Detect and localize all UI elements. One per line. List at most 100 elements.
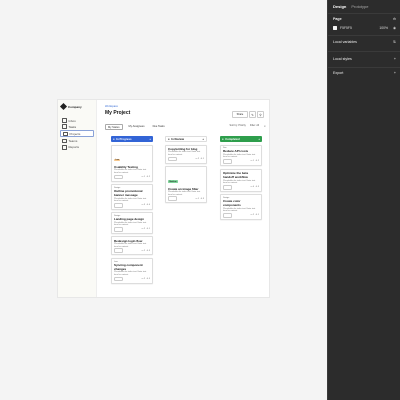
attachment-count-value: 1 — [148, 228, 150, 231]
column-header[interactable]: ● In Progress + — [111, 136, 153, 142]
page-color-row[interactable]: F5F5F5 100% ◉ — [333, 26, 396, 30]
tab-design[interactable]: Design — [333, 4, 346, 9]
task-card[interactable]: Design Landing page design Placeholder for… — [111, 212, 153, 234]
attachment-count-value: 5 — [148, 277, 150, 280]
divider — [328, 51, 400, 52]
task-card[interactable]: Dev Reduce API costs Placeholder for tasks… — [220, 144, 262, 167]
comment-count: ▭ 4 — [250, 186, 254, 188]
column-title: Completed — [225, 137, 240, 141]
task-card[interactable]: Medium Create an image filter Placeholder … — [165, 166, 207, 204]
comment-count: ▭ 1 — [195, 198, 199, 200]
assignee-pill[interactable] — [168, 156, 177, 162]
filters: Sort by: Priority Filter: All — [229, 124, 259, 127]
add-card-icon[interactable]: + — [258, 137, 260, 141]
assignee-pill[interactable] — [114, 174, 123, 180]
search-icon[interactable]: ⌕ — [264, 124, 266, 128]
company-name: Company — [68, 104, 82, 109]
task-card[interactable]: Design Outline promotional banner message… — [111, 184, 153, 210]
company-logo-icon — [59, 102, 68, 111]
page-color-value[interactable]: F5F5F5 — [340, 26, 352, 30]
local-variables-row[interactable]: Local variables ⇅ — [333, 40, 396, 44]
comment-count: ▭ 2 — [141, 228, 145, 230]
task-card[interactable]: Copywriting for blog Placeholder for task… — [165, 144, 207, 164]
projects-icon — [63, 131, 68, 137]
local-variables-label: Local variables — [333, 40, 357, 44]
assignee-pill[interactable] — [114, 276, 123, 282]
column-header[interactable]: ● Completed + — [220, 136, 262, 142]
attachment-count: ⊘ 4 — [147, 204, 150, 206]
sidebar-item-label: Inbox — [68, 118, 76, 123]
column-header[interactable]: ● In Review + — [165, 136, 207, 142]
comment-count-value: 2 — [143, 277, 146, 280]
task-card[interactable]: Design Create color components Placeholder… — [220, 194, 262, 220]
task-card[interactable]: Low Usability Testing Placeholder for task… — [111, 144, 153, 182]
attachment-count: ⊘ 3 — [201, 198, 204, 200]
sidebar-nav: Inbox Tasks Projects Teams Reports — [60, 118, 94, 151]
priority-badge: Medium — [168, 180, 178, 184]
card-meta: ▭ 2 ⊘ 1 — [250, 214, 259, 216]
assignee-pill[interactable] — [114, 226, 123, 232]
tab-my-assignees[interactable]: My Assignees — [127, 124, 147, 130]
task-card[interactable]: Low Syncing component changes Placeholder … — [111, 258, 153, 284]
assignee-pill[interactable] — [223, 159, 232, 164]
panel-tabs: Design Prototype — [328, 0, 400, 14]
add-card-icon[interactable]: + — [202, 137, 204, 141]
export-label: Export — [333, 71, 344, 75]
sort-dropdown[interactable]: Sort by: Priority — [229, 124, 245, 127]
attachment-count-value: 2 — [257, 160, 259, 163]
add-style-icon[interactable]: + — [394, 57, 396, 61]
card-meta: ▭ 4 ⊘ 3 — [250, 186, 259, 188]
card-footer: ▭ 4 ⊘ 3 — [223, 184, 259, 190]
column-title: In Review — [171, 137, 185, 141]
assignee-pill[interactable] — [114, 248, 123, 254]
assignee-pill[interactable] — [168, 196, 177, 202]
sidebar-item-reports[interactable]: Reports — [60, 145, 94, 150]
breadcrumb[interactable]: Workspace — [105, 105, 118, 108]
tab-my-status[interactable]: My Status — [105, 124, 123, 131]
card-footer: ▭ 1 ⊘ 2 — [223, 159, 259, 164]
eye-icon[interactable]: ◉ — [393, 26, 396, 30]
assignee-pill[interactable] — [223, 184, 232, 190]
assignee-pill[interactable] — [223, 212, 232, 218]
card-footer: ▭ 2 ⊘ 3 — [114, 248, 150, 254]
card-footer: ▭ 3 ⊘ 4 — [114, 202, 150, 208]
card-footer: ▭ 1 ⊘ 2 — [114, 174, 150, 180]
comment-count-value: 3 — [143, 204, 146, 207]
add-card-icon[interactable]: + — [149, 137, 151, 141]
variables-icon[interactable]: ⇅ — [393, 40, 396, 44]
divider — [328, 35, 400, 36]
kanban-frame[interactable]: Company Inbox Tasks Projects Teams Repor… — [57, 99, 270, 298]
add-export-icon[interactable]: + — [394, 71, 396, 75]
page-options-icon[interactable]: ⊖ — [393, 17, 396, 21]
export-row[interactable]: Export + — [333, 71, 396, 75]
tab-due-tasks[interactable]: Due Tasks — [151, 124, 167, 130]
design-panel: Design Prototype Page ⊖ F5F5F5 100% ◉ Lo… — [327, 0, 400, 400]
local-styles-label: Local styles — [333, 57, 352, 61]
comment-count: ▭ 1 — [141, 176, 145, 178]
design-canvas[interactable]: Company Inbox Tasks Projects Teams Repor… — [0, 0, 327, 400]
sidebar-item-projects[interactable]: Projects — [60, 130, 94, 138]
filter-dropdown[interactable]: Filter: All — [250, 124, 259, 127]
card-meta: ▭ 3 ⊘ 4 — [141, 204, 150, 206]
edit-icon[interactable]: ✎ — [249, 111, 256, 118]
inbox-icon — [62, 118, 67, 123]
page-color-swatch[interactable] — [333, 26, 337, 30]
link-icon[interactable]: ⚲ — [257, 111, 264, 118]
page-opacity-value[interactable]: 100% — [379, 26, 388, 30]
share-button[interactable]: Share — [232, 111, 248, 118]
column-status-icon: ● — [222, 137, 224, 141]
assignee-pill[interactable] — [114, 202, 123, 208]
column-title: In Progress — [116, 137, 132, 141]
task-card[interactable]: Redesign login flow Placeholder for tasks… — [111, 236, 153, 256]
card-meta: ▭ 2 ⊘ 1 — [195, 158, 204, 160]
sidebar-item-tasks[interactable]: Tasks — [60, 124, 94, 129]
attachment-count: ⊘ 1 — [147, 228, 150, 230]
column-status-icon: ● — [168, 137, 170, 141]
tab-prototype[interactable]: Prototype — [351, 4, 368, 9]
sidebar-item-teams[interactable]: Teams — [60, 138, 94, 144]
attachment-count: ⊘ 3 — [147, 250, 150, 252]
local-styles-row[interactable]: Local styles + — [333, 57, 396, 61]
comment-count-value: 2 — [143, 228, 146, 231]
sidebar-item-inbox[interactable]: Inbox — [60, 118, 94, 123]
task-card[interactable]: Optimize the beta handoff workflow Placeh… — [220, 168, 262, 192]
